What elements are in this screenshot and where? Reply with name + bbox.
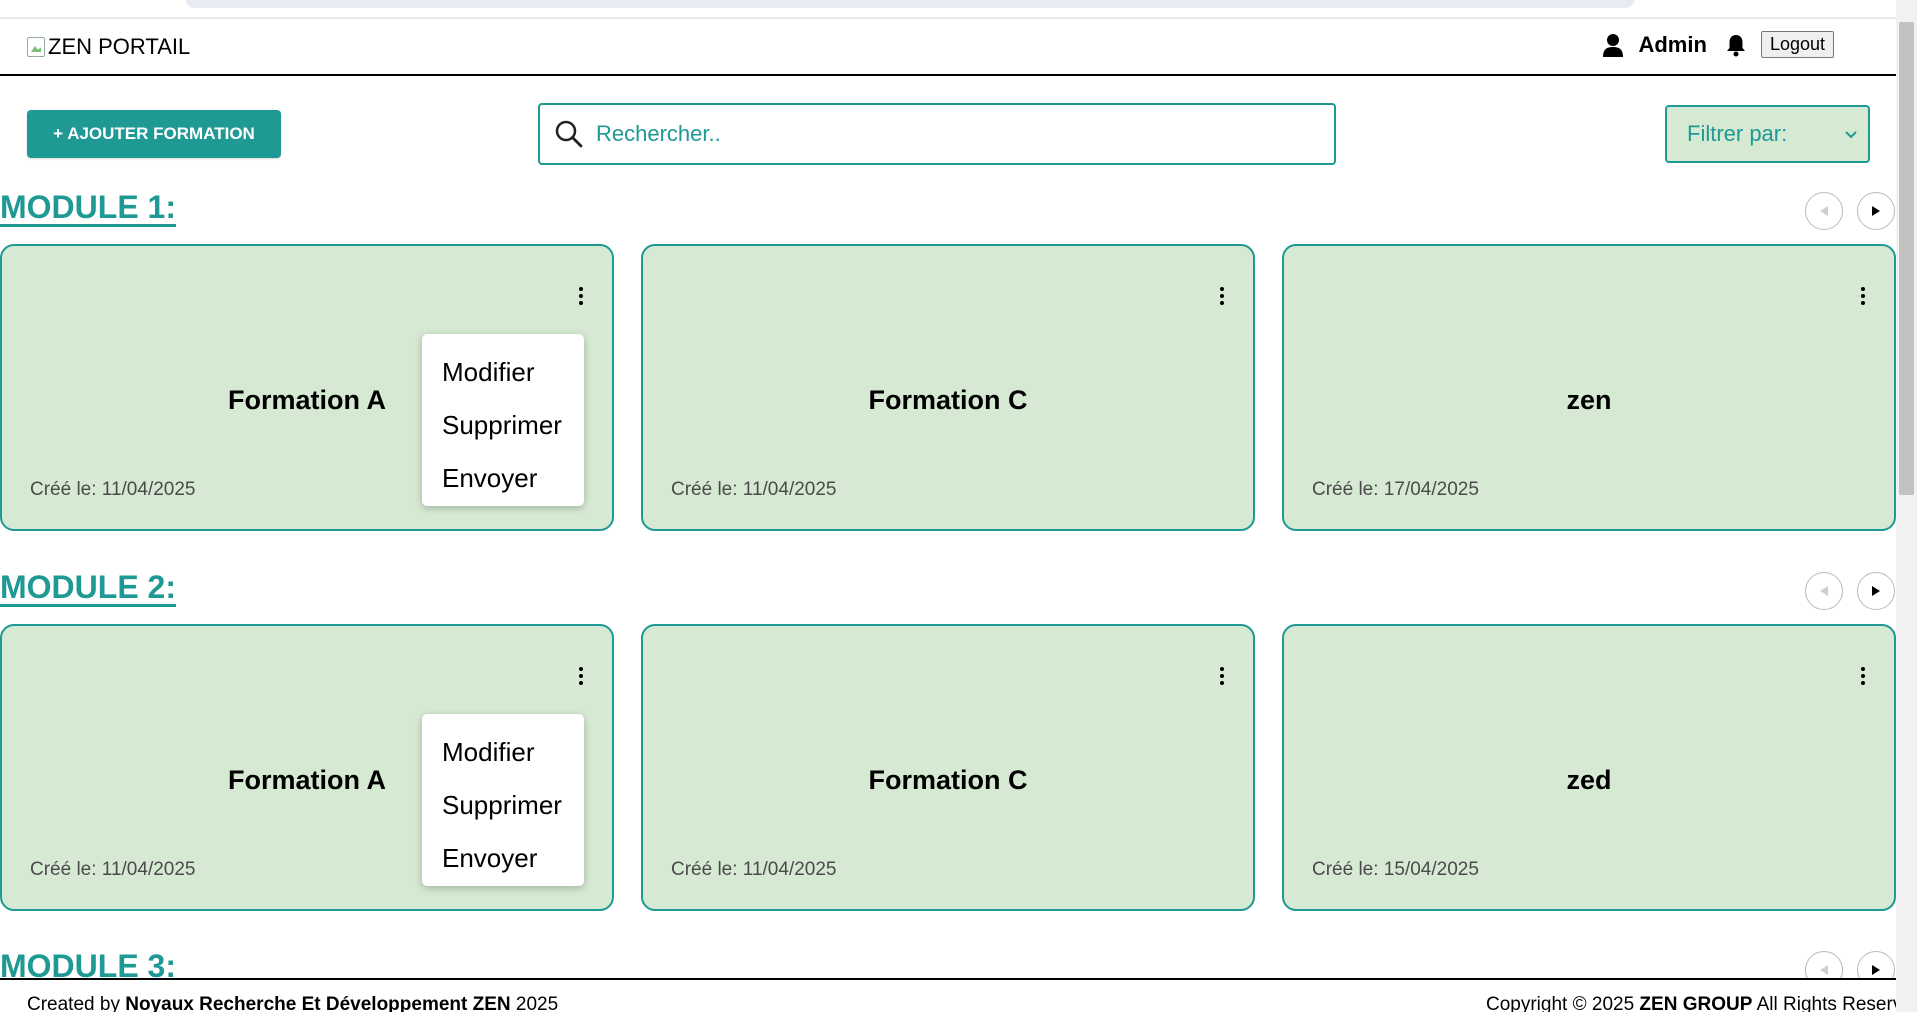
footer-credit: Created by Noyaux Recherche Et Développe… [27, 994, 558, 1012]
menu-item-supprimer[interactable]: Supprimer [422, 399, 584, 452]
user-icon[interactable] [1602, 33, 1624, 57]
card-date: Créé le: 11/04/2025 [671, 859, 837, 880]
logout-button[interactable]: Logout [1760, 31, 1834, 58]
footer-created-year: 2025 [510, 994, 559, 1012]
filter-select[interactable]: Filtrer par: [1665, 105, 1870, 163]
scrollbar[interactable] [1896, 0, 1917, 1012]
footer-copyright-org: ZEN GROUP [1639, 994, 1753, 1012]
menu-item-modifier[interactable]: Modifier [422, 346, 584, 399]
more-options-icon[interactable] [1217, 284, 1227, 308]
card-title: Formation C [868, 765, 1028, 795]
formation-card[interactable]: Formation C Créé le: 11/04/2025 [641, 244, 1255, 531]
header-user-area: Admin Logout [1602, 31, 1834, 58]
formation-card[interactable]: Formation C Créé le: 11/04/2025 [641, 624, 1255, 911]
arrow-left-icon [1820, 206, 1828, 216]
card-title: Formation C [868, 385, 1028, 415]
add-formation-button[interactable]: + AJOUTER FORMATION [27, 110, 281, 158]
admin-username: Admin [1638, 31, 1707, 57]
arrow-left-icon [1820, 586, 1828, 596]
card-date: Créé le: 11/04/2025 [671, 479, 837, 500]
address-bar-remnant [185, 0, 1635, 8]
menu-item-supprimer[interactable]: Supprimer [422, 779, 584, 832]
arrow-right-icon [1872, 965, 1880, 975]
card-date: Créé le: 11/04/2025 [30, 859, 196, 880]
arrow-right-icon [1872, 206, 1880, 216]
logo[interactable]: ZEN PORTAIL [27, 34, 190, 60]
footer-created-org: Noyaux Recherche Et Développement ZEN [125, 994, 511, 1012]
card-context-menu: Modifier Supprimer Envoyer [422, 334, 584, 506]
module-next-button[interactable] [1857, 572, 1895, 610]
footer-copyright-prefix: Copyright © 2025 [1486, 994, 1640, 1012]
card-date: Créé le: 11/04/2025 [30, 479, 196, 500]
logo-text: ZEN PORTAIL [48, 34, 191, 59]
module-title: MODULE 1: [0, 189, 176, 225]
footer-copyright: Copyright © 2025 ZEN GROUP All Rights Re… [1486, 994, 1896, 1012]
more-options-icon[interactable] [1858, 284, 1868, 308]
header: ZEN PORTAIL Admin Logout [0, 19, 1896, 76]
formation-card[interactable]: zed Créé le: 15/04/2025 [1282, 624, 1896, 911]
search-box[interactable] [538, 103, 1336, 165]
bell-icon[interactable] [1725, 33, 1747, 57]
card-date: Créé le: 15/04/2025 [1312, 859, 1479, 880]
page: ZEN PORTAIL Admin Logout + AJOUTER FORMA… [0, 0, 1917, 1012]
footer-copyright-suffix: All Rights Reserved [1756, 994, 1896, 1012]
more-options-icon[interactable] [576, 284, 586, 308]
module-next-button[interactable] [1857, 192, 1895, 230]
menu-item-envoyer[interactable]: Envoyer [422, 832, 584, 885]
browser-top-strip [0, 0, 1896, 19]
module-prev-button[interactable] [1805, 192, 1843, 230]
card-context-menu: Modifier Supprimer Envoyer [422, 714, 584, 886]
card-title: zed [1566, 765, 1612, 795]
formation-card[interactable]: zen Créé le: 17/04/2025 [1282, 244, 1896, 531]
footer: Created by Noyaux Recherche Et Développe… [0, 978, 1896, 1012]
scrollbar-thumb[interactable] [1899, 22, 1914, 495]
more-options-icon[interactable] [576, 664, 586, 688]
module-title: MODULE 2: [0, 569, 176, 605]
broken-image-icon [27, 37, 45, 57]
search-icon [555, 120, 583, 148]
more-options-icon[interactable] [1858, 664, 1868, 688]
card-date: Créé le: 17/04/2025 [1312, 479, 1479, 500]
filter-select-label: Filtrer par: [1687, 121, 1788, 146]
arrow-right-icon [1872, 586, 1880, 596]
arrow-left-icon [1820, 965, 1828, 975]
search-input[interactable] [596, 121, 1296, 147]
menu-item-modifier[interactable]: Modifier [422, 726, 584, 779]
menu-item-envoyer[interactable]: Envoyer [422, 452, 584, 505]
chevron-down-icon [1845, 131, 1857, 139]
more-options-icon[interactable] [1217, 664, 1227, 688]
card-title: zen [1566, 385, 1612, 415]
footer-created-prefix: Created by [27, 994, 126, 1012]
module-prev-button[interactable] [1805, 572, 1843, 610]
